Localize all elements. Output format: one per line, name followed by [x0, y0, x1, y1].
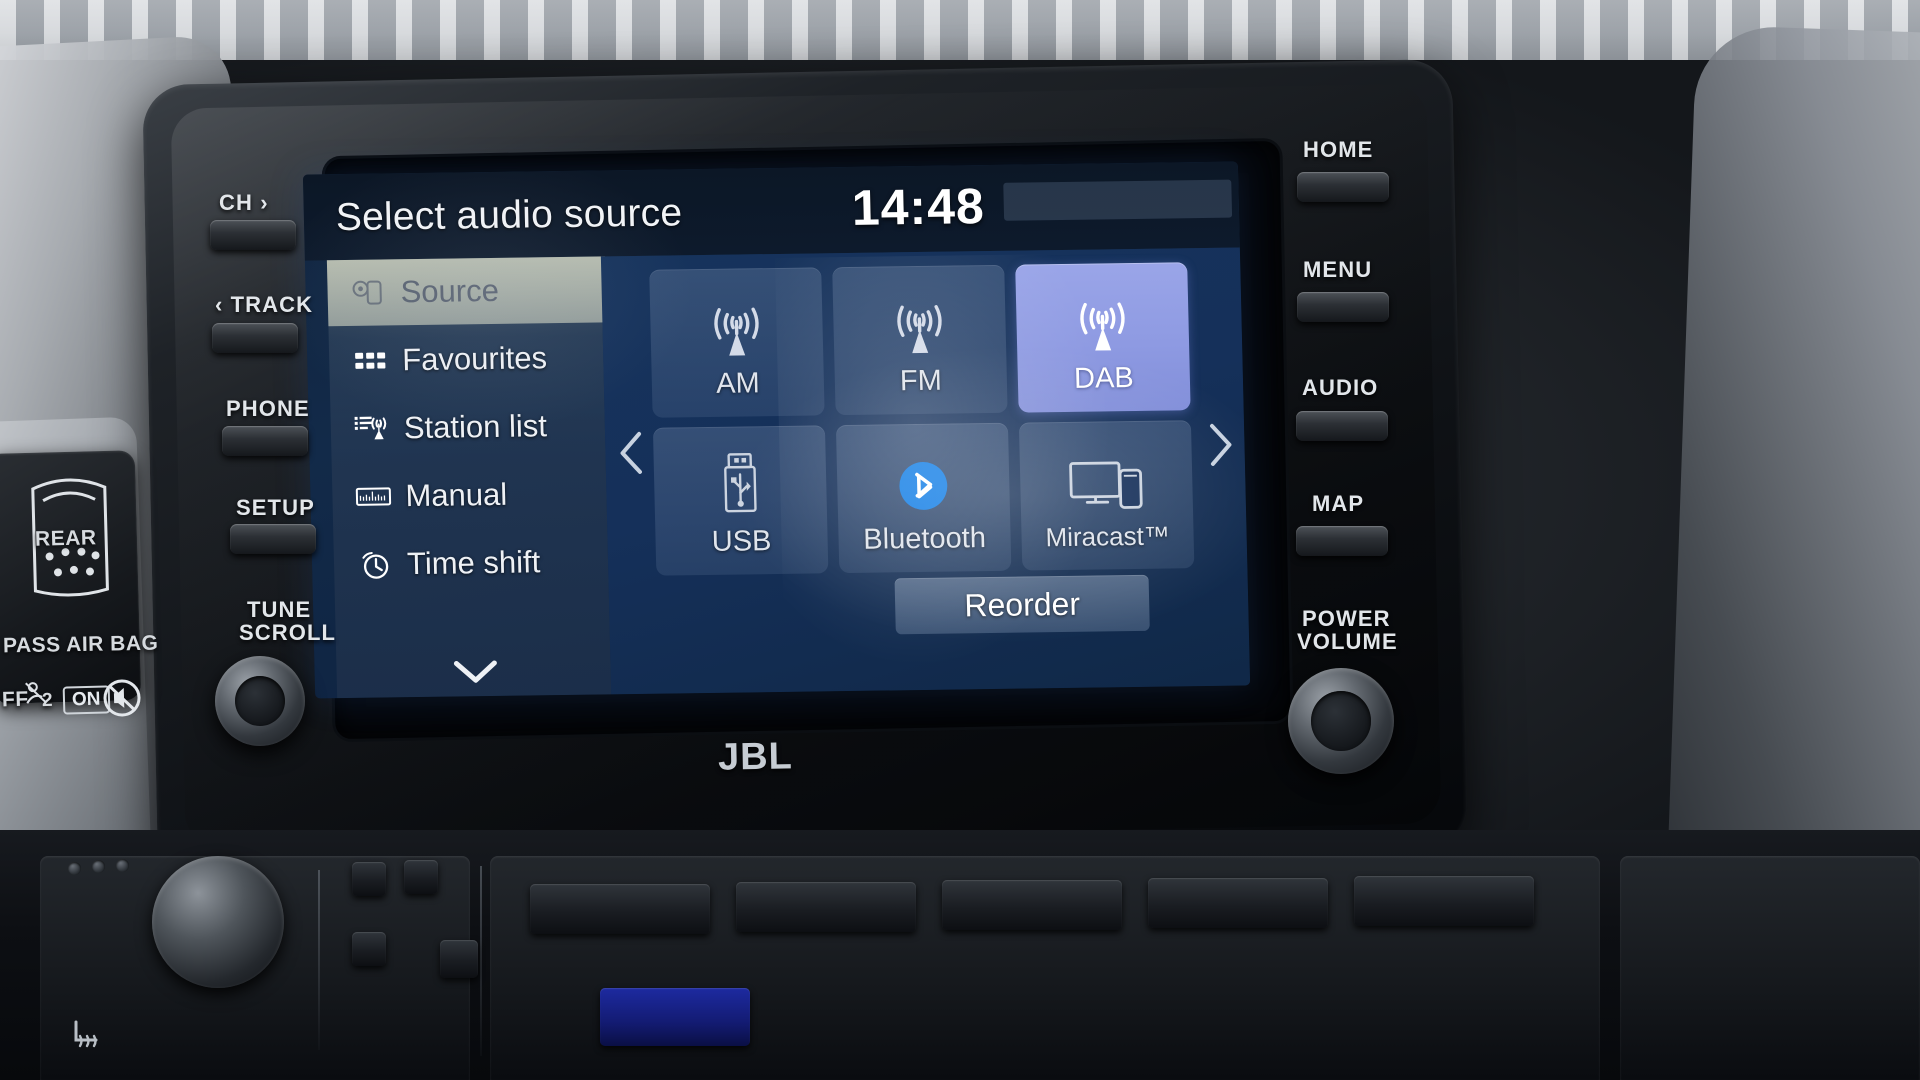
indicator-dot — [116, 859, 129, 872]
source-grid-panel: AM FM DAB USB Bluetooth Miracast™ Reorde… — [600, 247, 1251, 695]
sidebar-item-time-shift[interactable]: Time shift — [333, 528, 609, 598]
hw-button-setup[interactable] — [230, 524, 316, 554]
clock-icon — [356, 547, 395, 582]
hw-label-audio: AUDIO — [1302, 375, 1379, 400]
jbl-logo: JBL — [717, 735, 794, 779]
hw-label-home: HOME — [1303, 137, 1374, 162]
sidebar-item-favourites[interactable]: Favourites — [328, 324, 604, 394]
hw-label-channel: CH › — [219, 190, 269, 215]
reorder-button[interactable]: Reorder — [894, 574, 1150, 635]
hw-button-phone[interactable] — [222, 426, 308, 456]
source-tile-label: AM — [715, 366, 761, 400]
seat-heater-icon[interactable] — [64, 1014, 108, 1058]
bluetooth-icon — [891, 442, 955, 517]
chevron-down-icon[interactable] — [448, 654, 503, 689]
sidebar-item-label: Favourites — [401, 340, 548, 378]
hw-label-phone: PHONE — [226, 396, 310, 421]
hw-button-audio[interactable] — [1296, 411, 1388, 441]
source-tile-label: Bluetooth — [862, 521, 987, 556]
airbag-title: PASS AIR BAG — [2, 631, 159, 658]
climate-panel-right — [1620, 856, 1920, 1080]
panel-divider — [318, 870, 320, 1050]
sidebar-item-station-list[interactable]: Station list — [330, 392, 606, 462]
climate-button-6[interactable] — [736, 882, 916, 932]
hw-label-menu: MENU — [1303, 257, 1373, 282]
hw-button-menu[interactable] — [1297, 292, 1389, 322]
panel-divider — [480, 866, 482, 1056]
hw-label-track: ‹ TRACK — [215, 292, 314, 317]
sidebar-item-manual[interactable]: Manual — [332, 460, 608, 530]
chevron-right-icon[interactable] — [1203, 420, 1238, 470]
airbag-mute-icon — [99, 675, 142, 718]
hw-label-volume: VOLUME — [1297, 629, 1398, 654]
sidebar-item-label: Station list — [403, 408, 548, 446]
indicator-dot — [92, 860, 105, 873]
radio-tower-icon — [876, 284, 964, 359]
sidebar-item-source[interactable]: Source — [326, 256, 607, 327]
source-tile-miracast[interactable]: Miracast™ — [1018, 420, 1195, 571]
climate-button-5[interactable] — [530, 884, 710, 934]
airbag-person-icon — [24, 681, 49, 706]
tune-scroll-knob[interactable] — [215, 656, 305, 746]
hw-button-map[interactable] — [1296, 526, 1388, 556]
screenshot-root: Select audio source 14:48 Source Favouri… — [0, 0, 1920, 1080]
hw-label-scroll: SCROLL — [239, 620, 337, 645]
grid-icon — [351, 343, 390, 378]
tuning-scale-icon — [354, 479, 393, 514]
climate-button-3[interactable] — [352, 932, 386, 966]
chevron-left-icon[interactable] — [614, 428, 649, 478]
source-tile-label: FM — [899, 364, 943, 397]
radio-tower-icon — [693, 286, 781, 361]
climate-button-7[interactable] — [942, 880, 1122, 930]
screen-cast-icon — [1065, 441, 1147, 516]
sidebar: Source Favourites Station list Manual Ti… — [326, 256, 612, 699]
source-tile-dab[interactable]: DAB — [1015, 262, 1191, 413]
infotainment-screen[interactable]: Select audio source 14:48 Source Favouri… — [302, 161, 1251, 699]
source-tile-grid: AM FM DAB USB Bluetooth Miracast™ — [649, 262, 1202, 576]
usb-drive-icon — [707, 445, 773, 520]
source-tile-label: DAB — [1073, 361, 1135, 395]
hw-button-home[interactable] — [1297, 172, 1389, 202]
page-title: Select audio source — [335, 191, 683, 240]
radio-tower-icon — [1059, 281, 1147, 356]
status-bar-block — [1003, 179, 1233, 221]
indicator-dot — [68, 862, 81, 875]
hw-label-setup: SETUP — [236, 495, 315, 520]
hw-label-map: MAP — [1312, 491, 1365, 516]
clock-display: 14:48 — [851, 178, 986, 236]
climate-button-1[interactable] — [352, 862, 386, 896]
source-tile-fm[interactable]: FM — [832, 264, 1008, 416]
power-volume-knob[interactable] — [1288, 668, 1394, 774]
source-icon — [349, 275, 388, 310]
climate-button-9[interactable] — [1354, 876, 1534, 926]
climate-button-2[interactable] — [404, 860, 438, 894]
sidebar-item-label: Manual — [405, 476, 508, 514]
source-tile-am[interactable]: AM — [649, 267, 825, 418]
hw-button-channel[interactable] — [210, 220, 296, 250]
climate-display-panel — [600, 988, 750, 1046]
climate-knob-left[interactable] — [152, 856, 284, 988]
climate-button-4[interactable] — [440, 940, 478, 978]
station-list-icon — [352, 411, 391, 446]
source-tile-label: USB — [711, 524, 772, 558]
source-tile-usb[interactable]: USB — [652, 425, 829, 576]
source-tile-label: Miracast™ — [1045, 520, 1171, 553]
source-tile-bluetooth[interactable]: Bluetooth — [835, 422, 1012, 574]
sidebar-item-label: Source — [400, 272, 500, 310]
hw-button-track[interactable] — [212, 323, 298, 353]
climate-button-8[interactable] — [1148, 878, 1328, 928]
sidebar-item-label: Time shift — [406, 544, 541, 582]
airbag-rear-label: REAR — [34, 526, 97, 551]
